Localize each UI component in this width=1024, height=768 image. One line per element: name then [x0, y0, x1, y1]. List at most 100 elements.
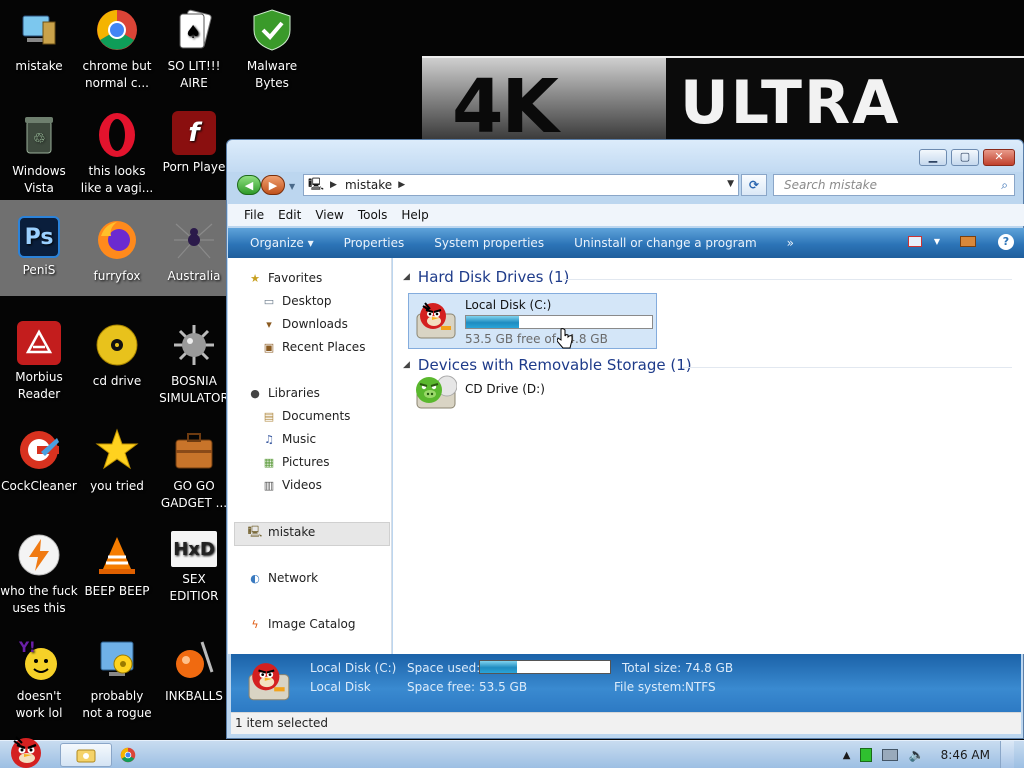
network-tray-icon[interactable]: [882, 749, 899, 761]
desktop-icon-beep-beep[interactable]: BEEP BEEP: [77, 531, 157, 600]
nav-libraries[interactable]: ● Libraries: [248, 386, 320, 400]
recent-pages-dropdown[interactable]: ▼: [289, 182, 295, 191]
volume-icon[interactable]: 🔈: [908, 748, 924, 763]
desktop-icon-go-go-gadget[interactable]: GO GO GADGET ...: [154, 426, 234, 512]
nav-network[interactable]: ◐ Network: [248, 571, 318, 585]
nav-downloads[interactable]: ▾ Downloads: [262, 317, 348, 331]
firefox-icon: [93, 216, 141, 264]
nav-desktop-label: Desktop: [282, 294, 332, 308]
desktop-icon-australia[interactable]: Australia: [154, 216, 234, 285]
forward-button[interactable]: ▶: [261, 175, 285, 195]
desktop-icon-inkballs[interactable]: INKBALLS: [154, 636, 234, 705]
menu-file[interactable]: File: [244, 208, 264, 222]
breadcrumb-mistake[interactable]: mistake: [345, 178, 392, 192]
menu-help[interactable]: Help: [401, 208, 428, 222]
content-pane: ◢ Hard Disk Drives (1) Local Disk (C:) 5…: [393, 258, 1024, 654]
navigation-pane: ★ Favorites ▭ Desktop ▾ Downloads ▣ Rece…: [228, 258, 392, 654]
clock[interactable]: 8:46 AM: [941, 748, 990, 762]
refresh-button[interactable]: ⟳: [741, 174, 767, 196]
desktop-icon-sex-editior[interactable]: HxD SEX EDITIOR: [154, 531, 234, 605]
briefcase-icon: [170, 426, 218, 474]
desktop-icon-chrome[interactable]: chrome but normal c...: [77, 6, 157, 92]
angry-pig-cd-icon[interactable]: [413, 370, 458, 414]
close-button[interactable]: ✕: [983, 149, 1015, 166]
desktop-icon-not-a-rogue[interactable]: probably not a rogue: [77, 636, 157, 722]
nav-documents[interactable]: ▤ Documents: [262, 409, 351, 423]
desktop-icon-bosnia-simulator[interactable]: BOSNIA SIMULATOR: [154, 321, 234, 407]
details-space-free-label: Space free:: [407, 680, 476, 694]
desktop-icon-doesnt-work[interactable]: Y! doesn't work lol: [0, 636, 79, 722]
desktop-icon-you-tried[interactable]: you tried: [77, 426, 157, 495]
address-bar[interactable]: 🖳 ▶ mistake ▶ ▼: [303, 174, 739, 196]
system-properties-button[interactable]: System properties: [434, 236, 544, 250]
menu-edit[interactable]: Edit: [278, 208, 301, 222]
collapse-triangle-icon[interactable]: ◢: [403, 360, 410, 370]
nav-favorites[interactable]: ★ Favorites: [248, 271, 322, 285]
more-commands-button[interactable]: »: [787, 236, 794, 250]
battery-icon[interactable]: [860, 748, 873, 762]
desktop-icon-mistake[interactable]: mistake: [0, 6, 79, 75]
nav-pictures[interactable]: ▦ Pictures: [262, 455, 330, 469]
desktop-icon-malwarebytes[interactable]: Malware Bytes: [232, 6, 312, 92]
preview-pane-icon[interactable]: [960, 236, 976, 247]
desktop-icon-porn-player[interactable]: f Porn Playe: [154, 111, 234, 176]
breadcrumb-separator-icon[interactable]: ▶: [398, 180, 405, 190]
desktop-icon-so-lit-aire[interactable]: ♠ SO LIT!!! AIRE: [154, 6, 234, 92]
desktop-icon-opera[interactable]: this looks like a vagi...: [77, 111, 157, 197]
view-dropdown-icon[interactable]: ▼: [934, 237, 940, 250]
shield-icon: [248, 6, 296, 54]
network-small-icon: ◐: [250, 571, 260, 585]
command-bar: Organize ▾ Properties System properties …: [228, 228, 1024, 258]
desktop-icon-penis[interactable]: Ps PeniS: [0, 216, 79, 279]
title-bar[interactable]: ▁ ▢ ✕: [227, 140, 1023, 172]
uninstall-program-button[interactable]: Uninstall or change a program: [574, 236, 757, 250]
group-header-hard-disk-drives[interactable]: ◢ Hard Disk Drives (1): [403, 268, 569, 286]
desktop-icon-label: Malware Bytes: [246, 59, 298, 90]
nav-image-catalog[interactable]: ϟ Image Catalog: [248, 617, 355, 631]
collapse-triangle-icon[interactable]: ◢: [403, 272, 410, 282]
view-options-icon[interactable]: [907, 236, 922, 247]
computer-small-icon: 🖳: [308, 176, 325, 191]
desktop-icon-windows-vista[interactable]: ♲ Windows Vista: [0, 111, 79, 197]
nav-desktop[interactable]: ▭ Desktop: [262, 294, 332, 308]
desktop-icon-who-uses-this[interactable]: who the fuck uses this: [0, 531, 79, 617]
flash-icon: f: [172, 111, 216, 155]
taskbar-chrome-button[interactable]: [102, 743, 154, 767]
drive-local-disk-c[interactable]: Local Disk (C:) 53.5 GB free of 74.8 GB: [408, 293, 657, 349]
desktop-icon-furryfox[interactable]: furryfox: [77, 216, 157, 285]
drive-d-name[interactable]: CD Drive (D:): [465, 382, 545, 396]
system-tray: ▲ 🔈 8:46 AM: [843, 741, 1024, 768]
maximize-button[interactable]: ▢: [951, 149, 979, 166]
desktop-icon-label: this looks like a vagi...: [80, 164, 154, 195]
desktop-icon-cd-drive[interactable]: cd drive: [77, 321, 157, 390]
start-button[interactable]: [2, 733, 50, 768]
nav-computer[interactable]: 🖳 mistake: [248, 525, 316, 540]
drive-c-name: Local Disk (C:): [465, 298, 552, 312]
address-dropdown-icon[interactable]: ▼: [727, 179, 734, 189]
properties-button[interactable]: Properties: [344, 236, 405, 250]
desktop-icon-label: GO GO GADGET ...: [160, 479, 228, 510]
back-button[interactable]: ◀: [237, 175, 261, 195]
image-catalog-small-icon: ϟ: [251, 617, 259, 631]
breadcrumb-separator-icon[interactable]: ▶: [330, 180, 337, 190]
desktop-icon-cockcleaner[interactable]: CockCleaner: [0, 426, 79, 495]
desktop-small-icon: ▭: [263, 294, 275, 308]
search-input[interactable]: Search mistake ⌕: [773, 174, 1015, 196]
nav-music[interactable]: ♫ Music: [262, 432, 316, 446]
show-desktop-button[interactable]: [1000, 741, 1014, 768]
show-hidden-icons-button[interactable]: ▲: [843, 750, 851, 761]
opera-icon: [93, 111, 141, 159]
group-header-removable-label: Devices with Removable Storage (1): [417, 356, 692, 374]
desktop-icon-label: INKBALLS: [165, 689, 223, 703]
minimize-button[interactable]: ▁: [919, 149, 947, 166]
help-icon[interactable]: ?: [998, 234, 1014, 250]
nav-recent-places[interactable]: ▣ Recent Places: [262, 340, 366, 354]
desktop-icon-morbius-reader[interactable]: Morbius Reader: [0, 321, 79, 403]
menu-view[interactable]: View: [315, 208, 343, 222]
menu-tools[interactable]: Tools: [358, 208, 388, 222]
search-icon[interactable]: ⌕: [1001, 175, 1008, 195]
nav-videos[interactable]: ▥ Videos: [262, 478, 322, 492]
ball-icon: [170, 636, 218, 684]
organize-button[interactable]: Organize ▾: [250, 236, 314, 250]
menu-bar: File Edit View Tools Help: [228, 204, 1024, 226]
